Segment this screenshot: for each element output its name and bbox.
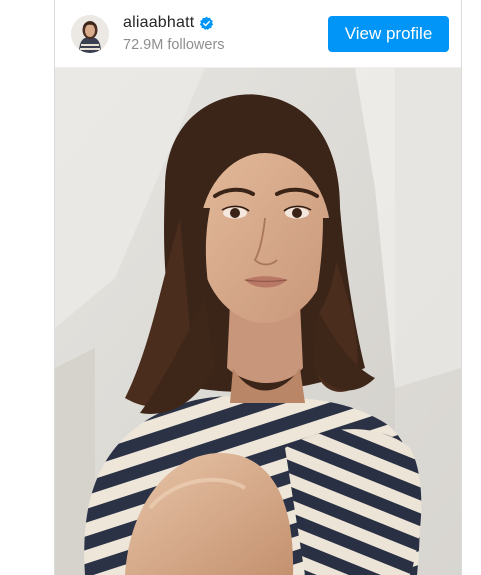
- post-header: aliaabhatt 72.9M followers View profile: [55, 0, 461, 68]
- avatar-image: [71, 15, 109, 53]
- avatar[interactable]: [71, 15, 109, 53]
- instagram-embed-card: aliaabhatt 72.9M followers View profile: [54, 0, 462, 575]
- username-row: aliaabhatt: [123, 14, 214, 32]
- view-profile-button[interactable]: View profile: [328, 16, 449, 52]
- follower-count: 72.9M followers: [123, 37, 225, 53]
- username[interactable]: aliaabhatt: [123, 14, 194, 32]
- post-image[interactable]: [55, 68, 461, 575]
- verified-badge-icon: [199, 16, 214, 31]
